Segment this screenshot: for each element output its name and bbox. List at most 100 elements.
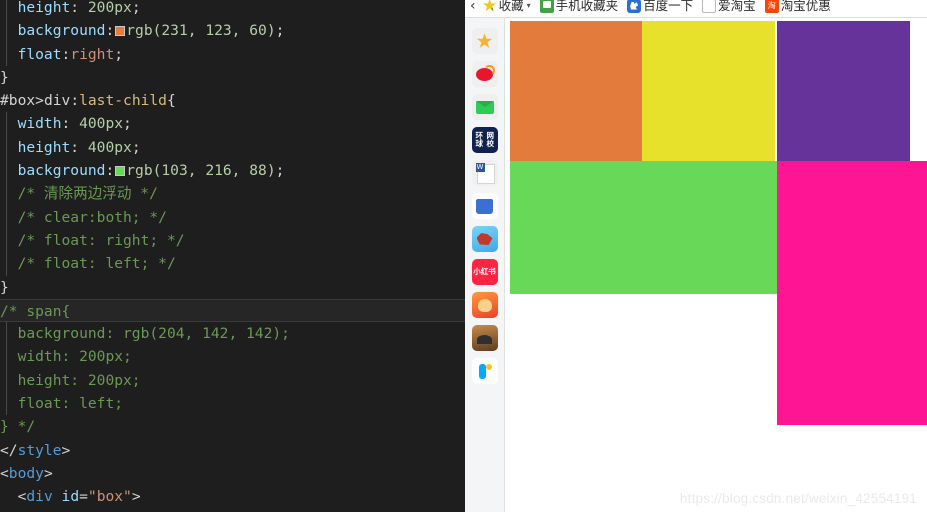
code-token: float — [17, 45, 62, 63]
code-line[interactable]: height: 200px; — [0, 368, 465, 393]
code-line[interactable]: } */ — [0, 415, 465, 438]
favorites-sidebar[interactable]: 环球网校小红书 — [465, 18, 505, 512]
code-line[interactable]: width: 400px; — [0, 112, 465, 137]
bookmark-label: 收藏 — [498, 0, 524, 13]
color-swatch-icon[interactable] — [115, 166, 126, 177]
code-editor-pane[interactable]: height: 200px; background: rgb(231, 123, … — [0, 0, 465, 512]
code-token: ; — [275, 162, 285, 180]
code-token: /* span{ — [0, 302, 71, 320]
code-content[interactable]: height: 200px; background: rgb(231, 123, … — [0, 0, 465, 509]
code-token: height: 200px; — [17, 371, 141, 389]
baidu-pan-icon[interactable] — [471, 358, 498, 384]
code-line[interactable]: /* float: right; */ — [0, 228, 465, 253]
netease-news-icon[interactable]: 环球 网校 — [471, 127, 498, 153]
game-tank-icon[interactable] — [471, 325, 498, 351]
code-token: : — [70, 138, 88, 156]
code-token: : — [105, 22, 115, 40]
chevron-down-icon[interactable]: ▾ — [527, 1, 531, 10]
code-line[interactable]: height: 200px; — [0, 0, 465, 20]
code-token: : — [61, 45, 71, 63]
bookmark-item[interactable]: 爱淘宝 — [699, 0, 759, 14]
bookmarks-bar[interactable]: ‹ 收藏▾ 手机收藏夹 百度一下 爱淘宝淘淘宝优惠 — [465, 0, 927, 18]
screen: height: 200px; background: rgb(231, 123, … — [0, 0, 927, 512]
code-token: background — [17, 22, 106, 40]
browser-viewport: 环球网校小红书 https://blog.csdn.net/weixin_425… — [465, 18, 927, 512]
bookmark-label: 淘宝优惠 — [780, 0, 831, 13]
float-box-pink — [777, 161, 927, 425]
float-box-yellow — [642, 21, 775, 161]
code-token: </ — [0, 441, 18, 459]
bookmark-item[interactable]: 百度一下 — [624, 0, 696, 14]
code-line[interactable]: /* clear:both; */ — [0, 205, 465, 230]
code-token: ; — [114, 45, 124, 63]
code-token: width: 200px; — [17, 348, 132, 366]
code-token: background — [17, 162, 106, 180]
phone-icon — [539, 0, 554, 13]
code-token: div — [43, 92, 71, 110]
code-token: > — [35, 92, 44, 110]
browser-window: ‹ 收藏▾ 手机收藏夹 百度一下 爱淘宝淘淘宝优惠 环球网校小红书 https://b… — [465, 0, 927, 512]
code-line[interactable]: #box>div:last-child{ — [0, 89, 465, 112]
code-line[interactable]: background: rgb(103, 216, 88); — [0, 159, 465, 183]
code-token: = — [79, 488, 88, 506]
code-line[interactable]: background: rgb(204, 142, 142); — [0, 322, 465, 346]
code-line[interactable]: </style> — [0, 439, 465, 462]
code-line[interactable]: width: 200px; — [0, 345, 465, 370]
code-line[interactable]: /* 清除两边浮动 */ — [0, 182, 465, 206]
bookmark-label: 爱淘宝 — [718, 0, 756, 13]
favorites-star-icon[interactable] — [471, 28, 498, 54]
code-token: } — [0, 278, 9, 296]
float-box-green — [510, 161, 777, 294]
code-token: ; — [123, 115, 132, 133]
game-king-icon[interactable] — [471, 292, 498, 318]
code-token: height — [17, 138, 71, 156]
code-token: : — [61, 115, 80, 133]
code-token: ; — [131, 138, 141, 156]
code-token: /* float: left; */ — [17, 255, 176, 273]
code-line[interactable]: } — [0, 66, 465, 89]
mail-icon[interactable] — [471, 94, 498, 120]
code-line[interactable]: float: left; — [0, 392, 465, 416]
code-token: < — [0, 464, 9, 482]
code-line[interactable]: /* span{ — [0, 298, 465, 323]
color-swatch-icon[interactable] — [115, 26, 126, 37]
word-document-icon[interactable] — [471, 160, 498, 186]
box-container — [510, 21, 927, 425]
book-icon[interactable] — [471, 193, 498, 219]
back-chevron-icon[interactable]: ‹ — [468, 0, 480, 14]
bookmark-item[interactable]: 手机收藏夹 — [537, 0, 622, 14]
code-line[interactable]: float:right; — [0, 42, 465, 67]
xiaohongshu-icon[interactable]: 小红书 — [471, 259, 498, 285]
code-token: 200px — [87, 0, 132, 16]
bookmark-item[interactable]: 收藏▾ — [480, 0, 534, 14]
page-canvas: https://blog.csdn.net/weixin_42554191 — [505, 18, 927, 512]
code-line[interactable]: /* float: left; */ — [0, 252, 465, 276]
code-token: last-child — [79, 92, 167, 110]
bookmark-list: 收藏▾ 手机收藏夹 百度一下 爱淘宝淘淘宝优惠 — [480, 0, 837, 14]
code-token: ; — [131, 0, 141, 16]
weibo-icon[interactable] — [471, 61, 498, 87]
code-line[interactable]: background: rgb(231, 123, 60); — [0, 19, 465, 43]
code-token: div — [26, 488, 53, 506]
star-plus-icon — [482, 0, 497, 12]
game-shark-icon[interactable] — [471, 226, 498, 252]
code-line[interactable]: <div id="box"> — [0, 485, 465, 508]
rail-icon-label: 网校 — [486, 131, 495, 148]
code-line[interactable]: <body> — [0, 462, 465, 485]
code-token: rgb(103, 216, 88) — [126, 162, 276, 180]
code-line[interactable]: height: 400px; — [0, 135, 465, 160]
bookmark-label: 手机收藏夹 — [555, 0, 619, 13]
bookmark-item[interactable]: 淘淘宝优惠 — [762, 0, 834, 14]
code-token: /* clear:both; */ — [17, 208, 167, 226]
code-line[interactable]: } — [0, 276, 465, 299]
code-token: 400px — [87, 138, 132, 156]
float-box-purple — [777, 21, 910, 161]
code-token: /* float: right; */ — [17, 231, 185, 249]
